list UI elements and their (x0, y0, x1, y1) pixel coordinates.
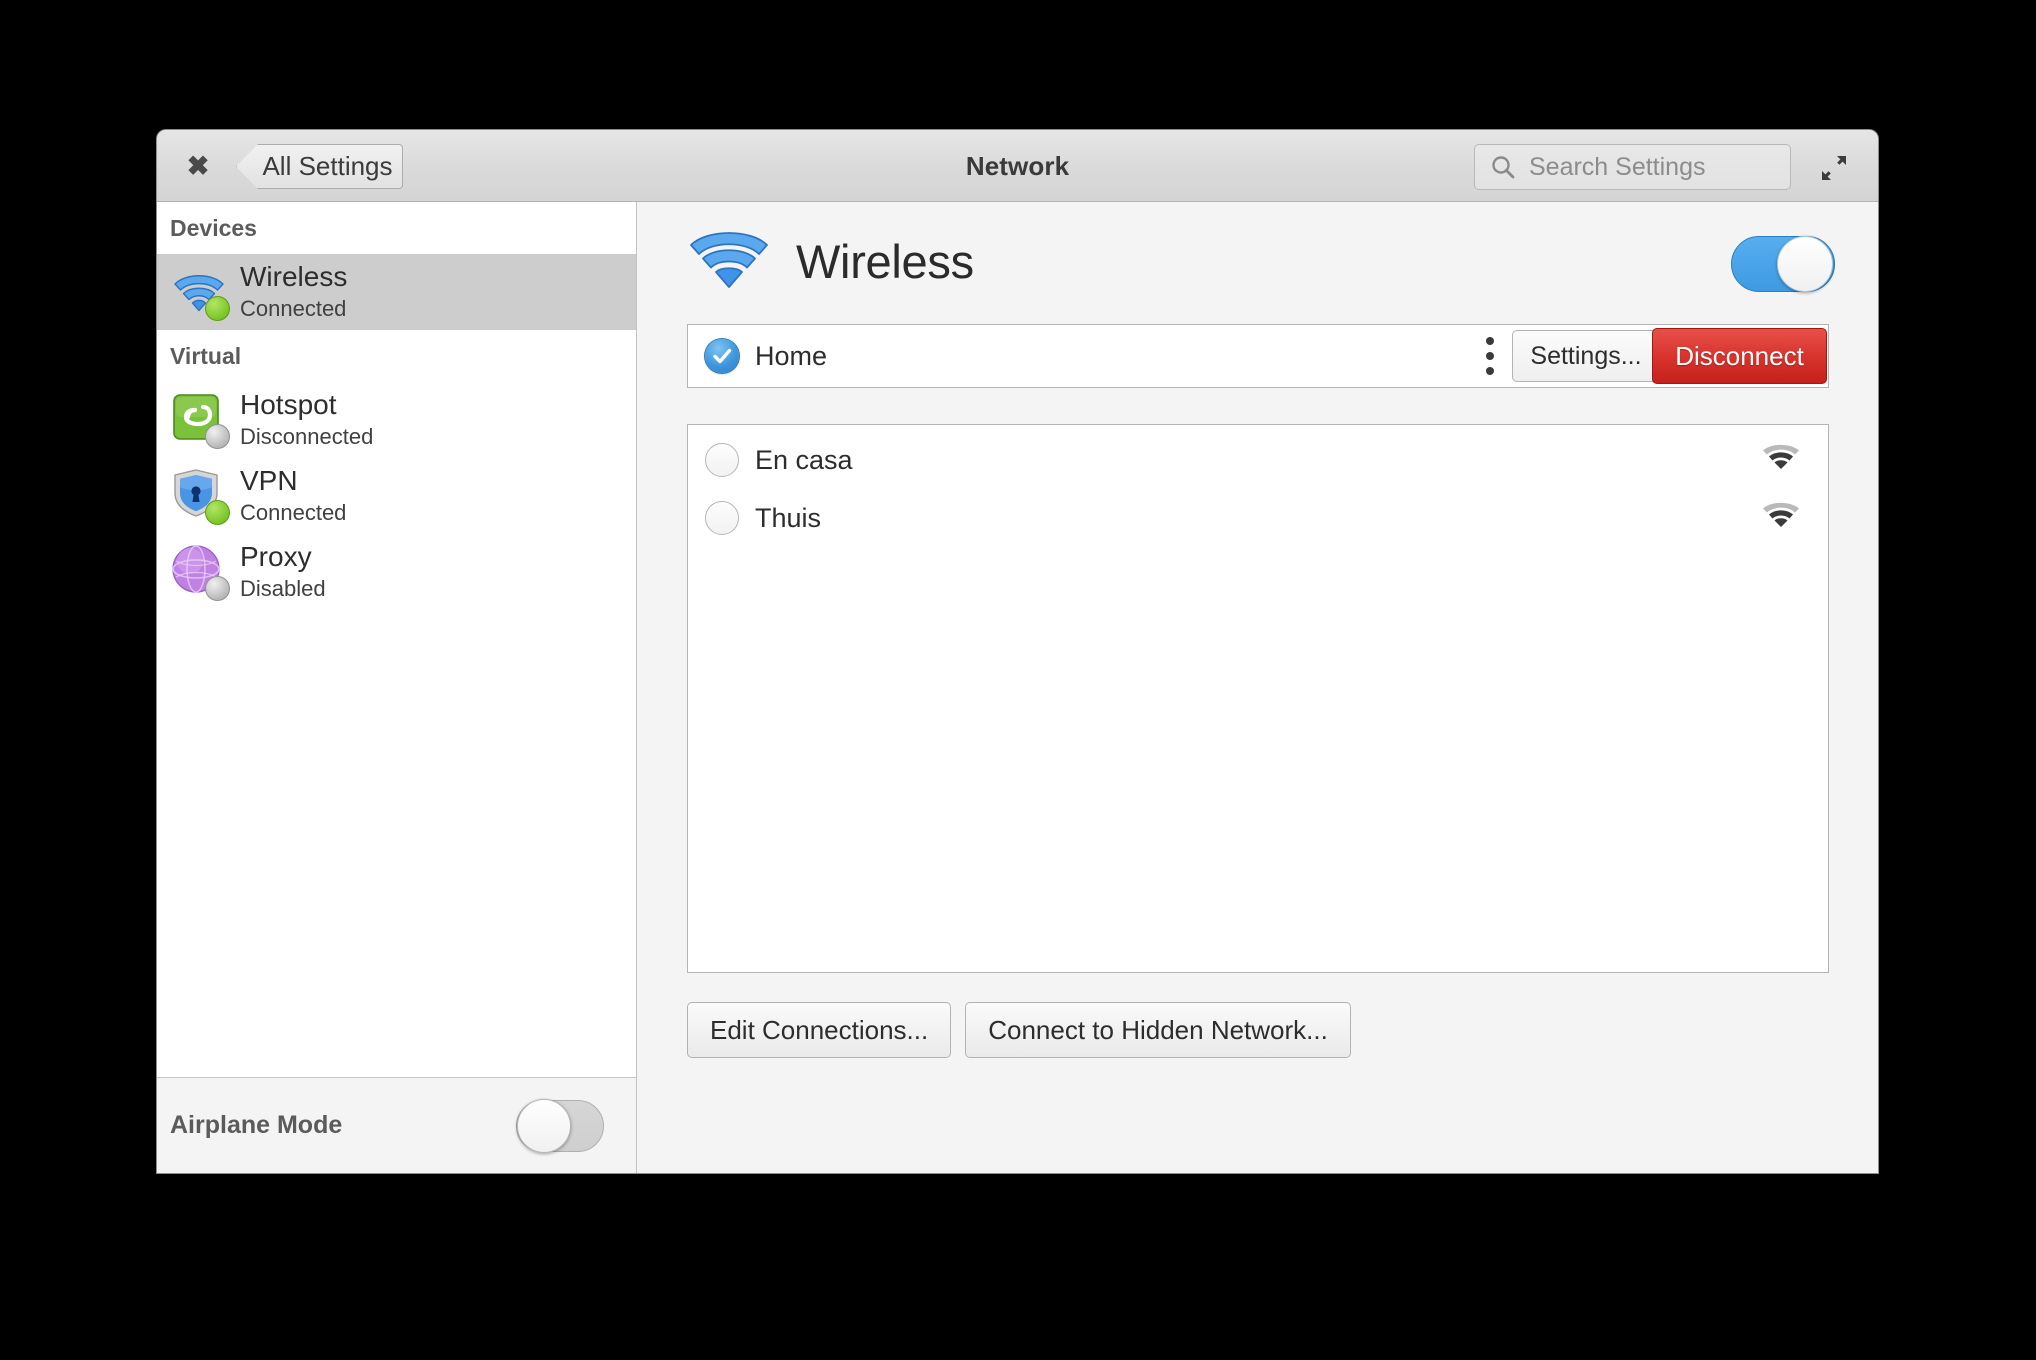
network-settings-window: ✖ All Settings Network Devices (157, 130, 1878, 1173)
sidebar-section-virtual: Virtual (157, 330, 636, 382)
sidebar: Devices Wireless Connected Virtual (157, 202, 637, 1173)
sidebar-item-texts: Proxy Disabled (240, 541, 326, 603)
titlebar: ✖ All Settings Network (157, 130, 1878, 202)
sidebar-item-status: Disconnected (240, 423, 373, 451)
action-buttons-bar: Edit Connections... Connect to Hidden Ne… (687, 1002, 1351, 1058)
connected-network-name: Home (755, 341, 827, 372)
network-radio[interactable] (705, 443, 739, 477)
wireless-enable-toggle[interactable] (1731, 236, 1835, 292)
maximize-icon[interactable] (1814, 150, 1854, 186)
status-dot (205, 424, 230, 449)
network-settings-button[interactable]: Settings... (1512, 330, 1660, 382)
wifi-signal-icon (1762, 444, 1800, 477)
network-radio[interactable] (705, 501, 739, 535)
sidebar-item-texts: Wireless Connected (240, 261, 347, 323)
search-settings-box[interactable] (1474, 144, 1791, 190)
connected-network-row: Home Settings... Disconnect (687, 324, 1829, 388)
airplane-mode-toggle[interactable] (516, 1100, 604, 1152)
sidebar-item-status: Disabled (240, 575, 326, 603)
status-dot (205, 296, 230, 321)
hotspot-icon (170, 391, 228, 449)
sidebar-item-texts: VPN Connected (240, 465, 346, 527)
proxy-globe-icon (170, 543, 228, 601)
sidebar-item-label: Hotspot (240, 389, 373, 421)
list-item[interactable]: Thuis (688, 489, 1828, 547)
search-input[interactable] (1527, 152, 1761, 183)
sidebar-item-vpn[interactable]: VPN Connected (157, 458, 636, 534)
wifi-icon (688, 224, 770, 299)
network-name: Thuis (755, 503, 821, 534)
airplane-mode-row: Airplane Mode (157, 1077, 636, 1173)
sidebar-item-wireless[interactable]: Wireless Connected (157, 254, 636, 330)
toggle-knob (1777, 236, 1833, 292)
vpn-shield-icon (170, 467, 228, 525)
status-dot (205, 576, 230, 601)
network-name: En casa (755, 445, 853, 476)
three-dots-vertical-icon[interactable] (1473, 334, 1507, 378)
sidebar-item-status: Connected (240, 295, 347, 323)
panel-header: Wireless (638, 202, 1878, 320)
wifi-signal-icon (1762, 502, 1800, 535)
sidebar-item-status: Connected (240, 499, 346, 527)
edit-connections-button[interactable]: Edit Connections... (687, 1002, 951, 1058)
sidebar-item-texts: Hotspot Disconnected (240, 389, 373, 451)
toggle-knob (517, 1099, 571, 1153)
available-networks-list: En casa Thuis (687, 424, 1829, 973)
wifi-icon (170, 263, 228, 321)
sidebar-item-label: Proxy (240, 541, 326, 573)
sidebar-item-label: VPN (240, 465, 346, 497)
sidebar-item-proxy[interactable]: Proxy Disabled (157, 534, 636, 610)
main-content: Wireless Home Settings... Disconnect En … (638, 202, 1878, 1173)
sidebar-section-devices: Devices (157, 202, 636, 254)
connect-hidden-network-button[interactable]: Connect to Hidden Network... (965, 1002, 1351, 1058)
sidebar-item-hotspot[interactable]: Hotspot Disconnected (157, 382, 636, 458)
status-dot (205, 500, 230, 525)
panel-title: Wireless (796, 234, 974, 289)
list-item[interactable]: En casa (688, 431, 1828, 489)
connected-check-icon[interactable] (705, 339, 739, 373)
search-icon (1489, 153, 1517, 181)
sidebar-item-label: Wireless (240, 261, 347, 293)
disconnect-button[interactable]: Disconnect (1652, 328, 1827, 384)
airplane-mode-label: Airplane Mode (170, 1111, 342, 1140)
